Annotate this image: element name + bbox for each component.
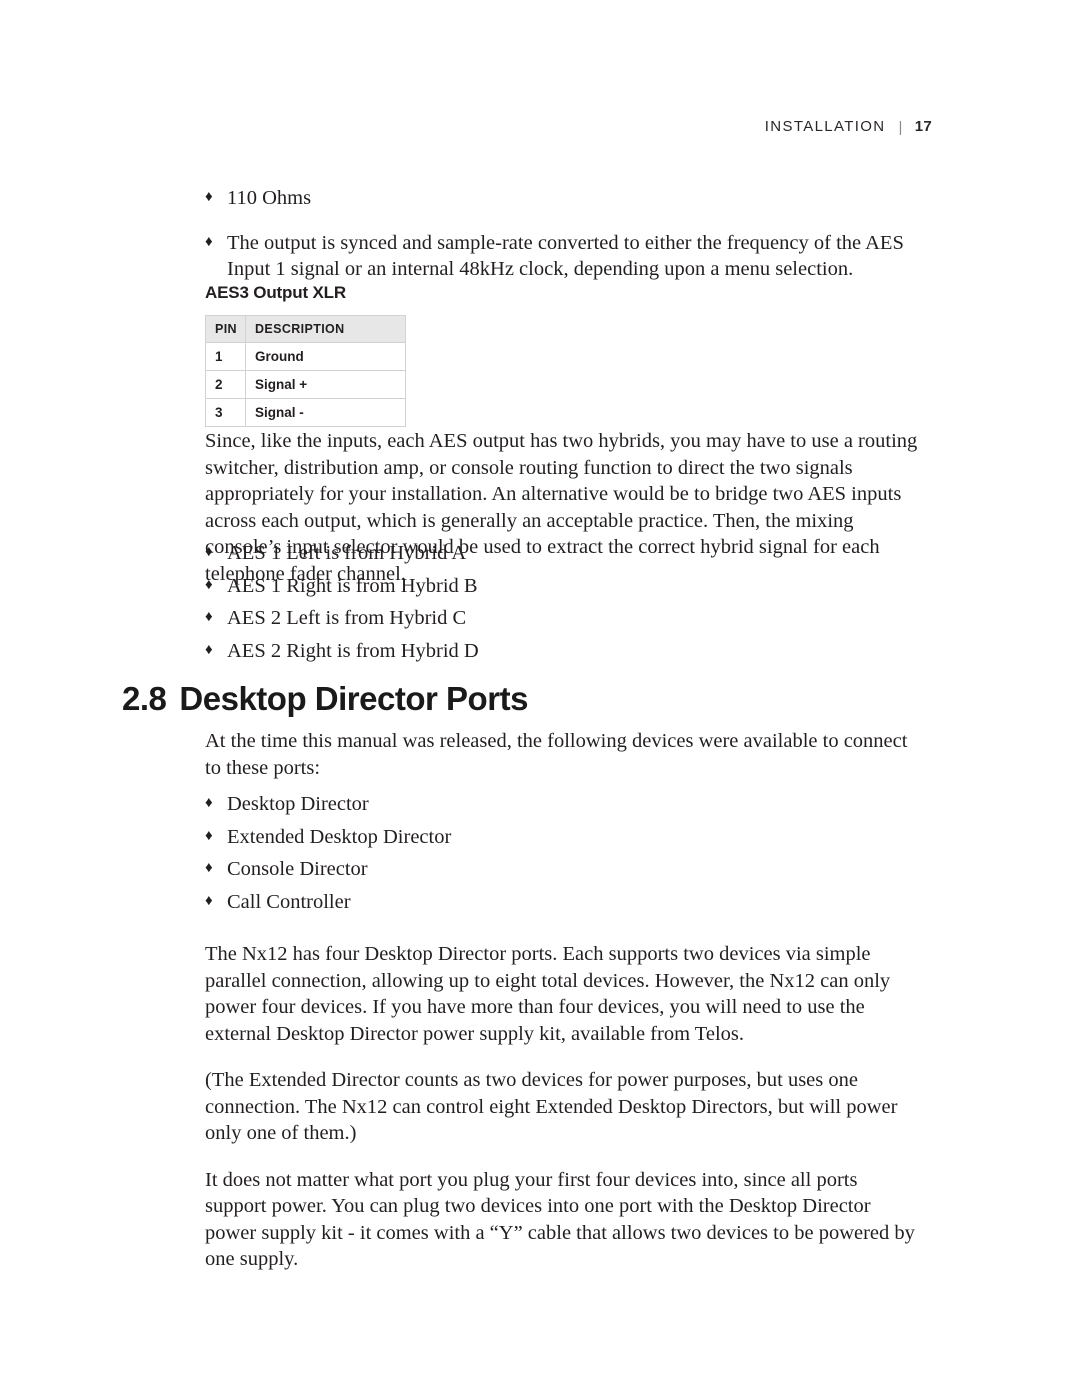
desktop-director-content: At the time this manual was released, th… — [205, 728, 923, 1273]
list-item: ♦ Extended Desktop Director — [205, 824, 923, 851]
column-header-pin: PIN — [205, 315, 246, 343]
list-item-text: Extended Desktop Director — [227, 825, 452, 848]
cell-description: Signal - — [245, 398, 406, 427]
list-item-text: AES 1 Left is from Hybrid A — [227, 542, 467, 564]
xlr-table-block: AES3 Output XLR PIN DESCRIPTION 1 Ground… — [205, 283, 923, 427]
diamond-bullet-icon: ♦ — [205, 892, 213, 909]
table-row: 2 Signal + — [205, 370, 406, 399]
list-item-text: AES 2 Left is from Hybrid C — [227, 607, 467, 629]
list-item-text: 110 Ohms — [227, 187, 312, 209]
section-number: 2.8 — [122, 680, 167, 717]
section-title: Desktop Director Ports — [179, 680, 528, 717]
list-item: ♦ 110 Ohms — [205, 185, 923, 212]
table-header-row: PIN DESCRIPTION — [205, 315, 406, 343]
hybrid-bullet-list: ♦ AES 1 Left is from Hybrid A ♦ AES 1 Ri… — [205, 540, 923, 664]
hybrid-bullet-block: ♦ AES 1 Left is from Hybrid A ♦ AES 1 Ri… — [205, 540, 923, 664]
cell-description: Signal + — [245, 370, 406, 399]
paragraph-ports: The Nx12 has four Desktop Director ports… — [205, 943, 891, 1045]
device-bullet-list: ♦ Desktop Director ♦ Extended Desktop Di… — [205, 791, 923, 915]
list-item: ♦ The output is synced and sample-rate c… — [205, 230, 923, 283]
diamond-bullet-icon: ♦ — [205, 189, 213, 205]
cell-pin: 1 — [205, 342, 246, 371]
list-item: ♦ Console Director — [205, 856, 923, 883]
diamond-bullet-icon: ♦ — [205, 233, 213, 250]
list-item-text: Desktop Director — [227, 793, 369, 815]
top-bullet-block: ♦ 110 Ohms ♦ The output is synced and sa… — [205, 185, 923, 283]
list-item: ♦ AES 2 Left is from Hybrid C — [205, 605, 923, 632]
pin-description-table: PIN DESCRIPTION 1 Ground 2 Signal + 3 Si… — [205, 315, 406, 427]
table-body: 1 Ground 2 Signal + 3 Signal - — [205, 342, 406, 427]
table-row: 1 Ground — [205, 342, 406, 371]
running-header-section: INSTALLATION — [764, 118, 886, 135]
list-item-text: AES 1 Right is from Hybrid B — [227, 574, 478, 597]
diamond-bullet-icon: ♦ — [205, 544, 213, 560]
section-heading: 2.8 Desktop Director Ports — [122, 680, 932, 718]
list-item-text: Console Director — [227, 858, 368, 880]
document-page: INSTALLATION | 17 ♦ 110 Ohms ♦ The output … — [0, 0, 1080, 1397]
page-number: 17 — [914, 118, 932, 135]
list-item: ♦ AES 2 Right is from Hybrid D — [205, 638, 923, 665]
diamond-bullet-icon: ♦ — [205, 609, 213, 625]
list-item: ♦ AES 1 Right is from Hybrid B — [205, 573, 923, 600]
running-header-separator: | — [898, 119, 904, 136]
column-header-description: DESCRIPTION — [245, 315, 406, 343]
cell-pin: 2 — [205, 370, 246, 399]
diamond-bullet-icon: ♦ — [205, 795, 213, 811]
diamond-bullet-icon: ♦ — [205, 641, 213, 658]
specs-bullet-list: ♦ 110 Ohms ♦ The output is synced and sa… — [205, 185, 923, 283]
list-item-text: AES 2 Right is from Hybrid D — [227, 639, 479, 662]
paragraph-plug: It does not matter what port you plug yo… — [205, 1168, 915, 1271]
list-item-text: Call Controller — [227, 890, 351, 913]
table-header: PIN DESCRIPTION — [205, 315, 406, 343]
list-item-text: The output is synced and sample-rate con… — [227, 231, 904, 281]
list-item: ♦ Desktop Director — [205, 791, 923, 818]
cell-pin: 3 — [205, 398, 246, 427]
cell-description: Ground — [245, 342, 406, 371]
diamond-bullet-icon: ♦ — [205, 827, 213, 844]
list-item: ♦ Call Controller — [205, 889, 923, 916]
paragraph-extended: (The Extended Director counts as two dev… — [205, 1069, 898, 1144]
xlr-table-title: AES3 Output XLR — [205, 283, 347, 302]
list-item: ♦ AES 1 Left is from Hybrid A — [205, 540, 923, 567]
paragraph-intro: At the time this manual was released, th… — [205, 730, 908, 779]
running-header: INSTALLATION | 17 — [0, 118, 932, 136]
table-row: 3 Signal - — [205, 398, 406, 427]
diamond-bullet-icon: ♦ — [205, 576, 213, 593]
diamond-bullet-icon: ♦ — [205, 860, 213, 876]
